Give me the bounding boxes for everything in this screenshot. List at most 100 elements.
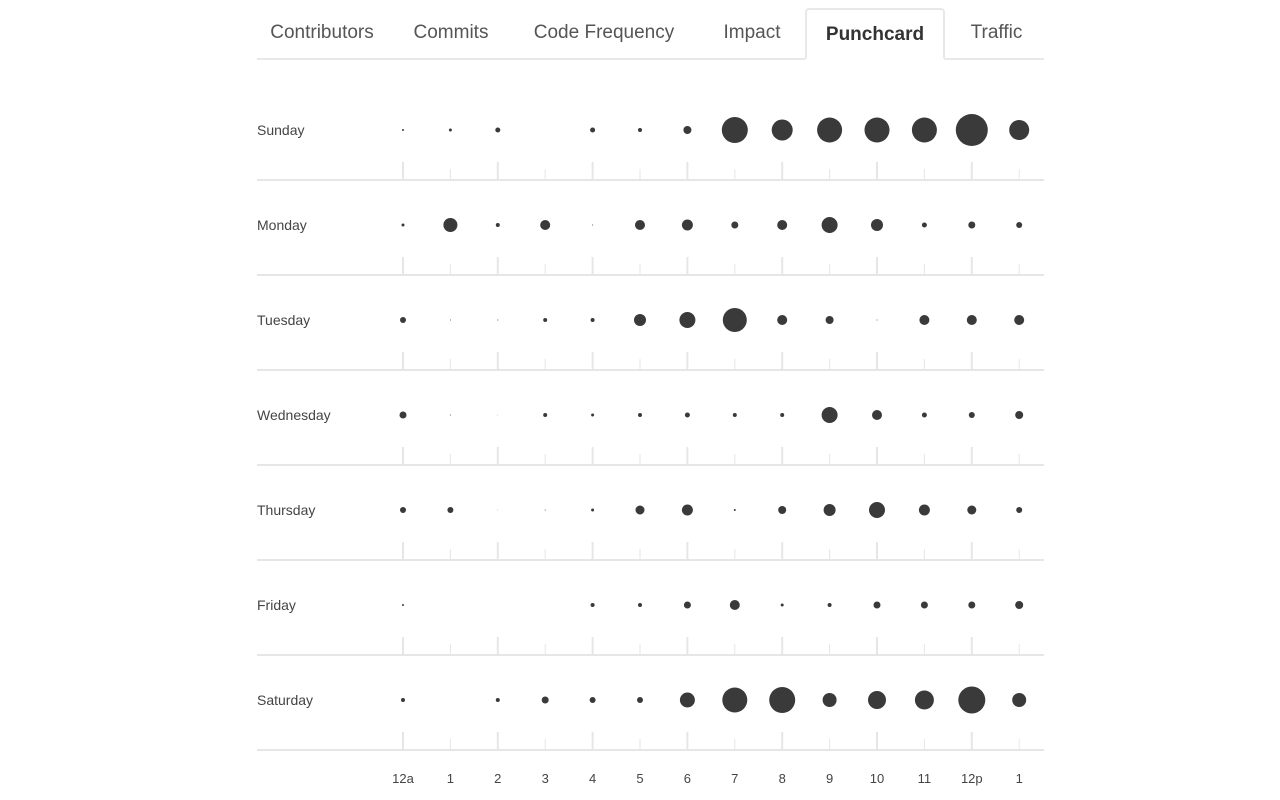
punch-dot xyxy=(968,221,976,229)
punch-dot xyxy=(447,507,454,513)
punch-dot xyxy=(449,319,451,321)
punch-dot xyxy=(591,508,595,512)
punch-dot xyxy=(955,114,988,146)
punch-dot xyxy=(868,691,886,709)
hour-label: 9 xyxy=(826,771,833,786)
hour-label: 3 xyxy=(542,771,549,786)
day-label: Saturday xyxy=(257,692,313,708)
punch-dot xyxy=(590,318,595,322)
punch-dot xyxy=(590,603,595,607)
punch-dot xyxy=(679,692,695,708)
punch-dot xyxy=(681,219,693,231)
punch-dot xyxy=(449,414,451,416)
punch-dot xyxy=(869,502,885,518)
punch-dot xyxy=(729,600,740,610)
punch-dot xyxy=(401,223,405,227)
punch-dot xyxy=(399,411,407,419)
hour-label: 1 xyxy=(1016,771,1023,786)
punch-dot xyxy=(1015,411,1024,419)
punch-dot xyxy=(968,601,976,609)
punch-dot xyxy=(683,601,691,609)
punch-dot xyxy=(495,223,500,227)
punch-dot xyxy=(821,407,838,423)
punch-dot xyxy=(873,601,881,609)
punch-dot xyxy=(497,319,499,321)
punch-dot xyxy=(777,315,788,325)
punch-dot xyxy=(638,128,642,132)
punch-dot xyxy=(681,504,693,516)
punch-dot xyxy=(400,507,406,513)
punch-dot xyxy=(721,117,748,143)
punchcard-chart: Sunday Monday Tuesday Wednesday Thursday Frid… xyxy=(257,114,1044,786)
hour-label: 5 xyxy=(636,771,643,786)
punch-dot xyxy=(817,117,843,143)
hour-label: 12p xyxy=(961,771,983,786)
punch-dot xyxy=(592,224,594,226)
punch-dot xyxy=(771,119,793,141)
punch-dot xyxy=(778,506,787,514)
punch-dot xyxy=(921,222,927,228)
punch-dot xyxy=(1016,222,1023,228)
punch-dot xyxy=(497,414,499,416)
punch-dot xyxy=(402,604,404,606)
hour-label: 2 xyxy=(494,771,501,786)
punch-dot xyxy=(402,129,404,131)
punch-dot xyxy=(732,413,737,417)
punch-dot xyxy=(401,698,405,702)
punch-dot xyxy=(443,218,458,232)
punch-dot xyxy=(635,220,645,230)
punch-dot xyxy=(911,117,937,143)
hour-label: 1 xyxy=(447,771,454,786)
punch-dot xyxy=(780,603,784,607)
hour-label: 11 xyxy=(918,771,932,786)
day-label: Friday xyxy=(257,597,296,613)
punch-dot xyxy=(1009,120,1030,140)
punch-dot xyxy=(497,509,499,511)
punch-dot xyxy=(684,412,690,418)
punch-dot xyxy=(864,117,890,143)
punch-dot xyxy=(400,317,406,323)
hour-label: 6 xyxy=(684,771,691,786)
punch-dot xyxy=(777,220,788,230)
punch-dot xyxy=(540,220,551,230)
punch-dot xyxy=(637,697,643,703)
punch-dot xyxy=(634,314,646,326)
punch-dot xyxy=(635,505,645,515)
punch-dot xyxy=(589,697,596,703)
punch-dot xyxy=(921,412,927,418)
punch-dot xyxy=(966,315,977,325)
punch-dot xyxy=(1016,507,1023,513)
day-label: Tuesday xyxy=(257,312,310,328)
punch-dot xyxy=(958,686,986,714)
punch-dot xyxy=(825,316,834,324)
punch-dot xyxy=(821,217,838,233)
punch-dot xyxy=(871,219,883,231)
punch-dot xyxy=(722,308,747,332)
punch-dot xyxy=(591,413,595,417)
punch-dot xyxy=(914,690,934,710)
hour-label: 10 xyxy=(870,771,884,786)
punch-dot xyxy=(590,127,596,133)
punch-dot xyxy=(780,413,785,417)
punch-dot xyxy=(827,603,832,607)
punch-dot xyxy=(638,413,642,417)
punch-dot xyxy=(731,221,739,229)
punch-dot xyxy=(1014,315,1025,325)
hour-label: 8 xyxy=(779,771,786,786)
punch-dot xyxy=(872,410,882,420)
punch-dot xyxy=(543,318,548,322)
day-label: Thursday xyxy=(257,502,315,518)
hour-label: 12a xyxy=(392,771,414,786)
punch-dot xyxy=(544,509,546,511)
hour-label: 7 xyxy=(731,771,738,786)
punch-dot xyxy=(683,126,692,134)
punch-dot xyxy=(920,601,928,609)
punch-dot xyxy=(1015,601,1024,609)
punch-dot xyxy=(919,315,930,325)
day-label: Sunday xyxy=(257,122,304,138)
punch-dot xyxy=(822,693,837,707)
punch-dot xyxy=(448,128,452,132)
punch-dot xyxy=(733,509,736,511)
punch-dot xyxy=(769,687,796,713)
punch-dot xyxy=(638,603,642,607)
